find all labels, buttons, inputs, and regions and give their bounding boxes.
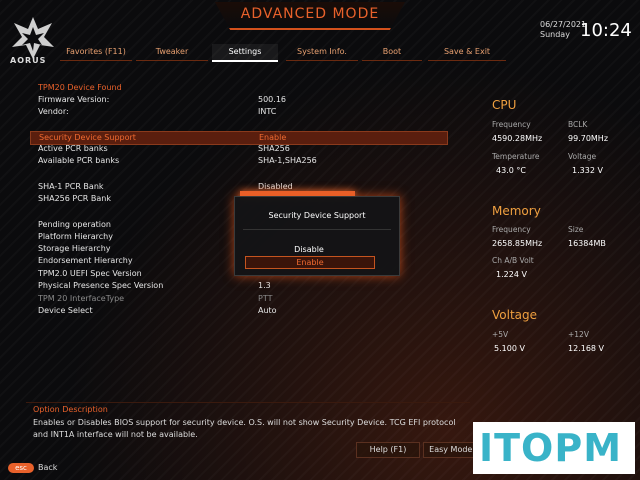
- logo-text: AORUS: [10, 56, 47, 65]
- cpu-bclk-label: BCLK: [568, 120, 588, 129]
- option-description-title: Option Description: [33, 405, 108, 414]
- tab-system-info[interactable]: System Info.: [286, 44, 358, 61]
- dialog-title: Security Device Support: [268, 211, 366, 220]
- cpu-temp-value: 43.0 °C: [496, 166, 526, 175]
- list-item: Firmware Version: 500.16: [38, 95, 286, 104]
- tab-favorites[interactable]: Favorites (F11): [60, 44, 132, 61]
- mem-freq-label: Frequency: [492, 225, 531, 234]
- tab-settings[interactable]: Settings: [212, 44, 278, 62]
- mode-title[interactable]: ADVANCED MODE: [215, 6, 405, 22]
- tab-tweaker[interactable]: Tweaker: [136, 44, 208, 61]
- cpu-volt-label: Voltage: [568, 152, 597, 161]
- dialog-divider: [243, 229, 391, 230]
- list-item: Vendor: INTC: [38, 107, 277, 116]
- time-display: 10:24: [580, 20, 632, 41]
- voltage-heading: Voltage: [492, 308, 538, 322]
- cpu-freq-value: 4590.28MHz: [492, 134, 543, 143]
- mem-size-value: 16384MB: [568, 239, 606, 248]
- esc-key-icon[interactable]: esc: [8, 463, 34, 473]
- watermark-text: ITOPM: [479, 426, 623, 470]
- option-enable[interactable]: Enable: [245, 256, 375, 269]
- option-dialog: Security Device Support Disable Enable: [234, 196, 400, 276]
- cpu-freq-label: Frequency: [492, 120, 531, 129]
- memory-heading: Memory: [492, 204, 541, 218]
- mem-size-label: Size: [568, 225, 584, 234]
- list-item: Available PCR banks SHA-1,SHA256: [38, 156, 317, 165]
- tab-boot[interactable]: Boot: [362, 44, 422, 61]
- option-description: Option Description Enables or Disables B…: [26, 402, 470, 447]
- mem-chab-label: Ch A/B Volt: [492, 256, 534, 265]
- list-item-sha1-pcr-bank[interactable]: SHA-1 PCR Bank Disabled: [30, 181, 446, 193]
- header: AORUS ADVANCED MODE 06/27/2021 Sunday 10…: [0, 0, 640, 65]
- list-item: Active PCR banks SHA256: [38, 144, 290, 153]
- mem-freq-value: 2658.85MHz: [492, 239, 543, 248]
- cpu-heading: CPU: [492, 98, 517, 112]
- list-item-device-select[interactable]: Device Select Auto: [30, 305, 446, 317]
- list-item: TPM20 Device Found: [38, 83, 122, 92]
- back-label[interactable]: Back: [38, 463, 57, 473]
- help-button[interactable]: Help (F1): [356, 442, 420, 458]
- list-item-physical-presence[interactable]: Physical Presence Spec Version 1.3: [30, 280, 446, 292]
- cpu-bclk-value: 99.70MHz: [568, 134, 609, 143]
- v5-value: 5.100 V: [494, 344, 525, 353]
- hardware-monitor-panel: CPU Frequency BCLK 4590.28MHz 99.70MHz T…: [476, 80, 640, 380]
- mem-chab-value: 1.224 V: [496, 270, 527, 279]
- option-description-text: Enables or Disables BIOS support for sec…: [33, 418, 456, 439]
- tab-save-exit[interactable]: Save & Exit: [428, 44, 506, 61]
- cpu-temp-label: Temperature: [492, 152, 540, 161]
- watermark-box: ITOPM: [473, 422, 635, 474]
- cpu-volt-value: 1.332 V: [572, 166, 603, 175]
- v12-value: 12.168 V: [568, 344, 605, 353]
- tab-bar: Favorites (F11) Tweaker Settings System …: [60, 44, 510, 62]
- list-item: TPM 20 InterfaceType PTT: [38, 294, 273, 303]
- v12-label: +12V: [568, 330, 589, 339]
- v5-label: +5V: [492, 330, 509, 339]
- option-disable[interactable]: Disable: [245, 244, 373, 255]
